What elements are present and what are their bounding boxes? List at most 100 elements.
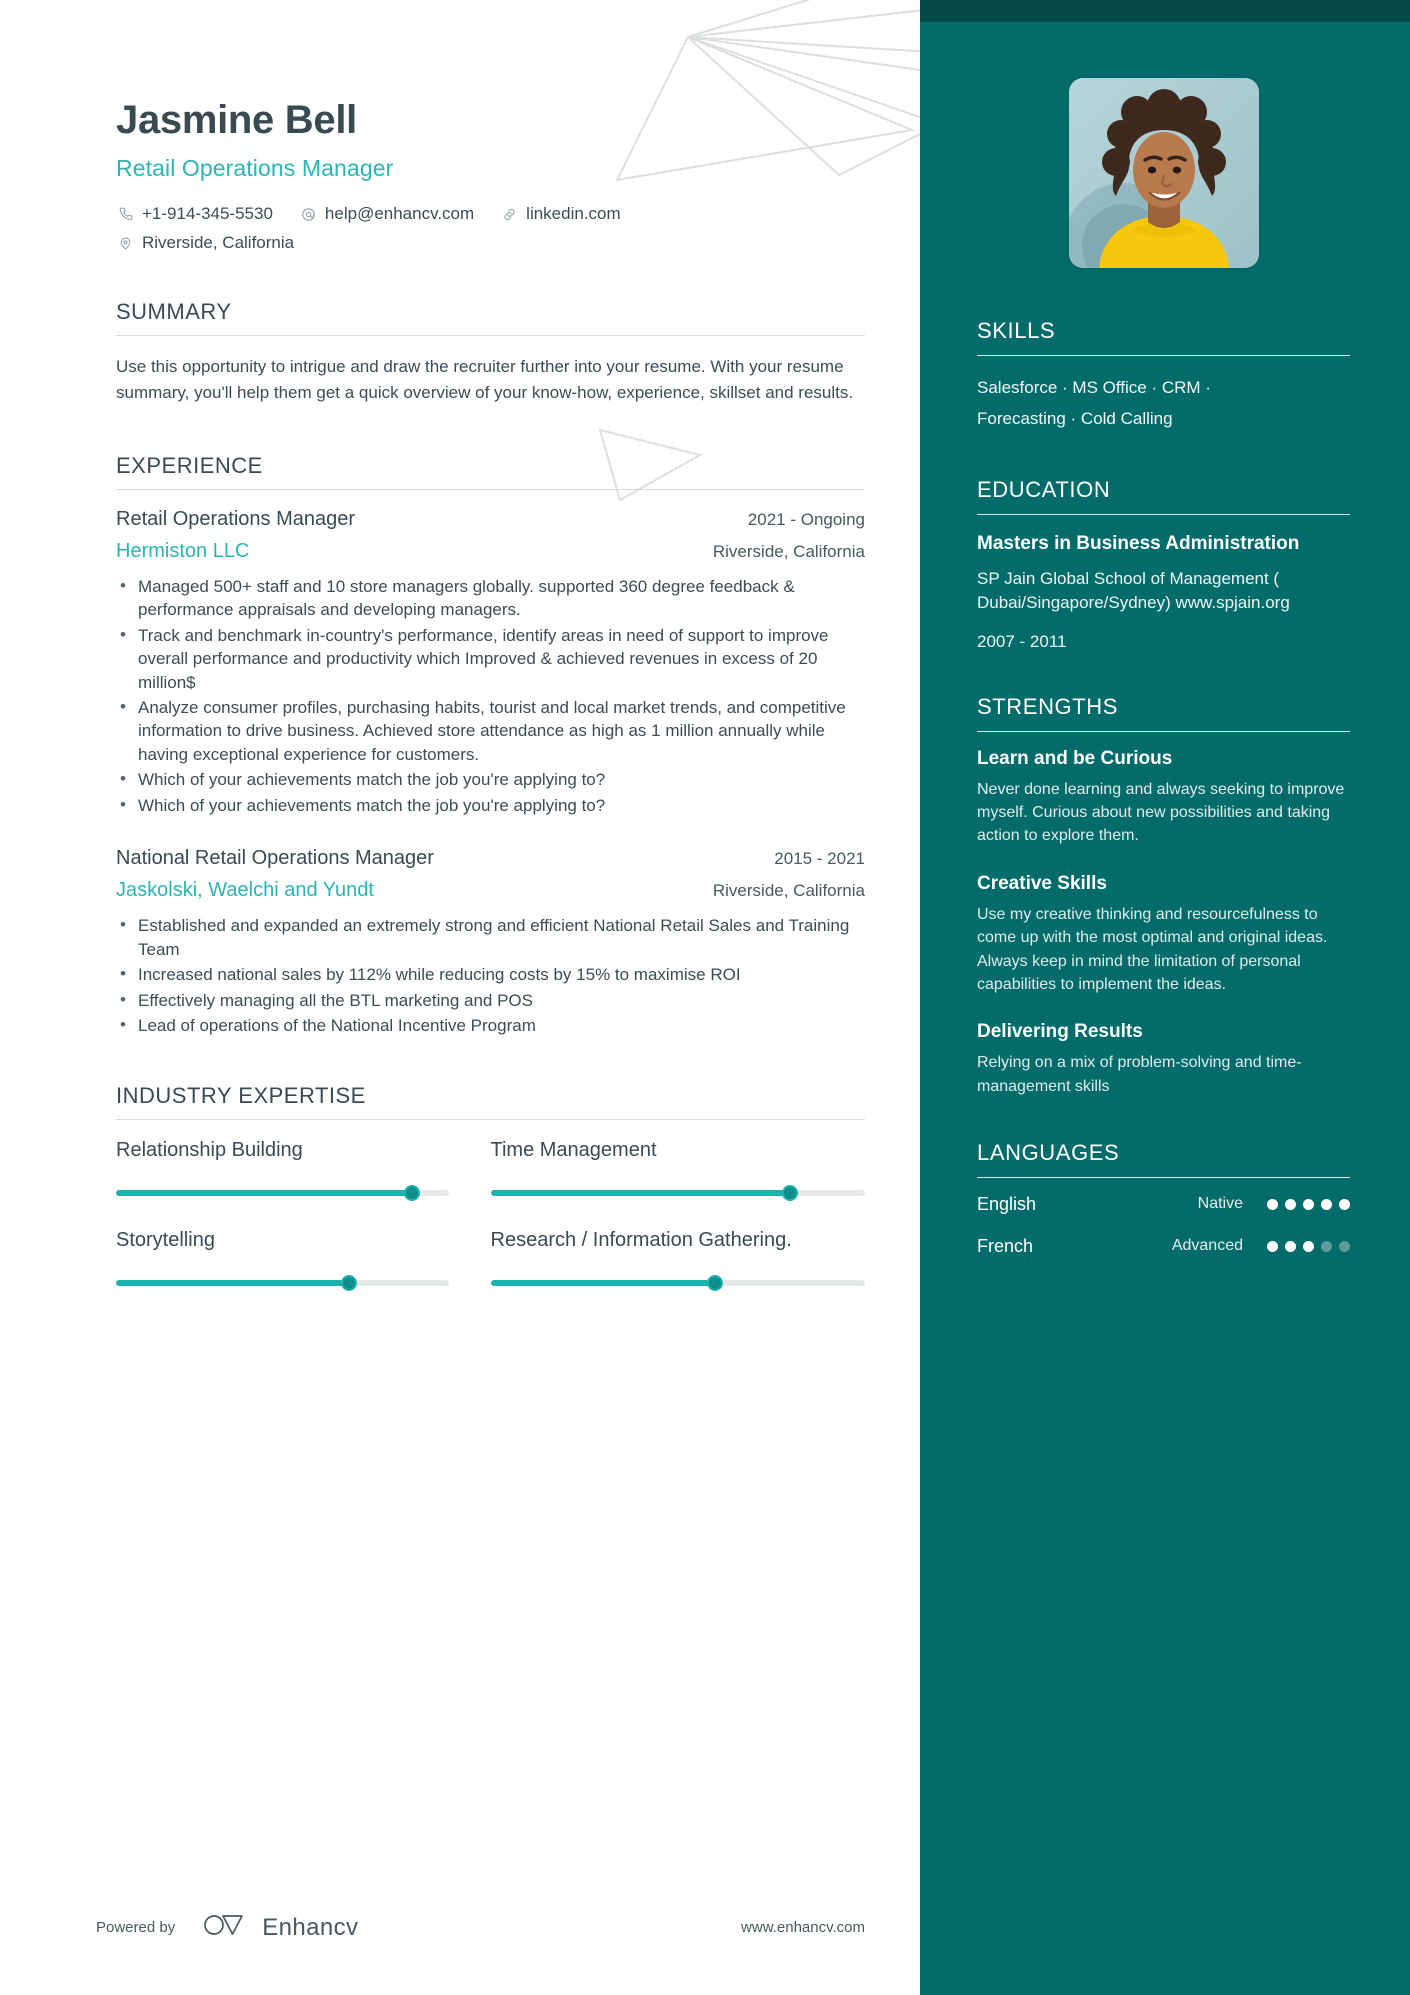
section-summary: SUMMARY Use this opportunity to intrigue… bbox=[116, 299, 865, 407]
expertise-item: Relationship Building bbox=[116, 1138, 491, 1202]
language-rating-dots bbox=[1267, 1198, 1350, 1210]
contact-line-secondary: Riverside, California bbox=[116, 233, 865, 253]
language-row: French Advanced bbox=[977, 1236, 1350, 1257]
footer: Powered by Enhancv www.enhancv.com bbox=[0, 1860, 920, 1995]
section-experience: EXPERIENCE Retail Operations Manager 202… bbox=[116, 453, 865, 1038]
job-bullets: Established and expanded an extremely st… bbox=[116, 913, 865, 1037]
enhancv-logo-icon bbox=[203, 1912, 251, 1943]
sidebar: SKILLS Salesforce · MS Office · CRM · Fo… bbox=[920, 0, 1410, 1995]
expertise-item: Time Management bbox=[490, 1138, 865, 1202]
experience-entry: National Retail Operations Manager 2015 … bbox=[116, 847, 865, 1037]
rating-dot bbox=[1267, 1198, 1278, 1210]
job-company[interactable]: Jaskolski, Waelchi and Yundt bbox=[116, 879, 374, 902]
slider-knob[interactable] bbox=[403, 1185, 420, 1202]
contact-info: +1-914-345-5530 help@enhancv.com linkedi… bbox=[116, 204, 865, 253]
avatar-wrapper bbox=[977, 78, 1350, 268]
slider-fill bbox=[490, 1190, 791, 1197]
contact-phone[interactable]: +1-914-345-5530 bbox=[116, 204, 273, 224]
enhancv-brand: Enhancv bbox=[203, 1912, 358, 1943]
language-level: Advanced bbox=[1171, 1237, 1243, 1255]
slider-fill bbox=[490, 1280, 716, 1287]
strength-desc: Use my creative thinking and resourceful… bbox=[977, 905, 1328, 993]
main-column: Jasmine Bell Retail Operations Manager +… bbox=[0, 0, 920, 1995]
languages-heading: LANGUAGES bbox=[977, 1140, 1350, 1178]
language-level: Native bbox=[1197, 1195, 1243, 1213]
job-bullet: Lead of operations of the National Incen… bbox=[116, 1013, 865, 1037]
link-icon bbox=[500, 207, 519, 222]
expertise-slider[interactable] bbox=[116, 1274, 449, 1292]
language-rating-dots bbox=[1267, 1240, 1350, 1252]
slider-knob[interactable] bbox=[782, 1185, 799, 1202]
job-bullets: Managed 500+ staff and 10 store managers… bbox=[116, 574, 865, 818]
email-icon bbox=[299, 207, 318, 222]
summary-heading: SUMMARY bbox=[116, 299, 865, 336]
skills-line-2: Forecasting · Cold Calling bbox=[977, 409, 1173, 429]
expertise-label: Time Management bbox=[490, 1139, 657, 1162]
expertise-slider[interactable] bbox=[490, 1274, 865, 1292]
strength-desc: Never done learning and always seeking t… bbox=[977, 780, 1345, 845]
job-location: Riverside, California bbox=[712, 541, 865, 561]
job-company[interactable]: Hermiston LLC bbox=[116, 540, 249, 563]
contact-link[interactable]: linkedin.com bbox=[500, 204, 621, 224]
rating-dot bbox=[1285, 1198, 1296, 1210]
job-title: National Retail Operations Manager bbox=[116, 847, 434, 870]
slider-knob[interactable] bbox=[707, 1275, 724, 1292]
strength-item: Delivering Results Relying on a mix of p… bbox=[977, 1021, 1350, 1098]
footer-url[interactable]: www.enhancv.com bbox=[741, 1919, 865, 1936]
expertise-label: Research / Information Gathering. bbox=[490, 1229, 792, 1252]
contact-email-value: help@enhancv.com bbox=[324, 204, 475, 223]
strength-title: Creative Skills bbox=[977, 872, 1107, 894]
contact-link-value: linkedin.com bbox=[526, 204, 621, 223]
job-bullet: Which of your achievements match the job… bbox=[116, 767, 865, 791]
sidebar-section-skills: SKILLS Salesforce · MS Office · CRM · Fo… bbox=[977, 318, 1350, 435]
job-bullet: Analyze consumer profiles, purchasing ha… bbox=[116, 695, 865, 766]
powered-by-label: Powered by bbox=[96, 1919, 176, 1936]
rating-dot bbox=[1321, 1198, 1332, 1210]
job-title: Retail Operations Manager bbox=[116, 507, 356, 530]
slider-knob[interactable] bbox=[340, 1275, 357, 1292]
education-degree: Masters in Business Administration bbox=[977, 532, 1300, 554]
job-bullet: Which of your achievements match the job… bbox=[116, 793, 865, 817]
rating-dot bbox=[1267, 1240, 1278, 1252]
language-name: French bbox=[977, 1235, 1034, 1256]
sidebar-section-languages: LANGUAGES English Native French Advanced bbox=[977, 1140, 1350, 1257]
rating-dot bbox=[1303, 1240, 1314, 1252]
skills-heading: SKILLS bbox=[977, 318, 1350, 356]
rating-dot bbox=[1321, 1240, 1332, 1252]
expertise-item: Research / Information Gathering. bbox=[490, 1228, 865, 1292]
expertise-slider[interactable] bbox=[116, 1184, 449, 1202]
skills-line-1: Salesforce · MS Office · CRM · bbox=[977, 378, 1211, 397]
contact-phone-value: +1-914-345-5530 bbox=[142, 204, 273, 223]
experience-heading: EXPERIENCE bbox=[116, 453, 865, 490]
sidebar-section-strengths: STRENGTHS Learn and be Curious Never don… bbox=[977, 694, 1350, 1098]
rating-dot bbox=[1303, 1198, 1314, 1210]
language-name: English bbox=[977, 1193, 1037, 1214]
job-bullet: Established and expanded an extremely st… bbox=[116, 913, 865, 961]
expertise-grid: Relationship Building Time Management St… bbox=[116, 1138, 865, 1318]
rating-dot bbox=[1339, 1198, 1350, 1210]
job-location: Riverside, California bbox=[712, 881, 865, 901]
strength-title: Learn and be Curious bbox=[977, 747, 1173, 769]
contact-line-primary: +1-914-345-5530 help@enhancv.com linkedi… bbox=[116, 204, 865, 224]
job-bullet: Increased national sales by 112% while r… bbox=[116, 962, 865, 986]
job-bullet: Effectively managing all the BTL marketi… bbox=[116, 988, 865, 1012]
contact-email[interactable]: help@enhancv.com bbox=[299, 204, 474, 224]
phone-icon bbox=[116, 207, 135, 221]
strengths-heading: STRENGTHS bbox=[977, 694, 1350, 732]
expertise-item: Storytelling bbox=[116, 1228, 491, 1292]
industry-expertise-heading: INDUSTRY EXPERTISE bbox=[116, 1083, 865, 1121]
summary-text: Use this opportunity to intrigue and dra… bbox=[116, 357, 854, 403]
contact-location: Riverside, California bbox=[116, 233, 294, 253]
expertise-slider[interactable] bbox=[490, 1184, 865, 1202]
candidate-name: Jasmine Bell bbox=[116, 98, 357, 142]
job-date: 2021 - Ongoing bbox=[747, 509, 865, 529]
avatar bbox=[1068, 78, 1259, 268]
expertise-label: Relationship Building bbox=[116, 1139, 303, 1162]
expertise-label: Storytelling bbox=[116, 1229, 215, 1252]
job-bullet: Track and benchmark in-country's perform… bbox=[116, 623, 865, 694]
strength-title: Delivering Results bbox=[977, 1021, 1143, 1043]
resume-page: SKILLS Salesforce · MS Office · CRM · Fo… bbox=[0, 0, 1410, 1995]
education-school: SP Jain Global School of Management ( Du… bbox=[977, 569, 1290, 612]
job-date: 2015 - 2021 bbox=[774, 849, 865, 869]
section-industry-expertise: INDUSTRY EXPERTISE Relationship Building… bbox=[116, 1083, 865, 1318]
